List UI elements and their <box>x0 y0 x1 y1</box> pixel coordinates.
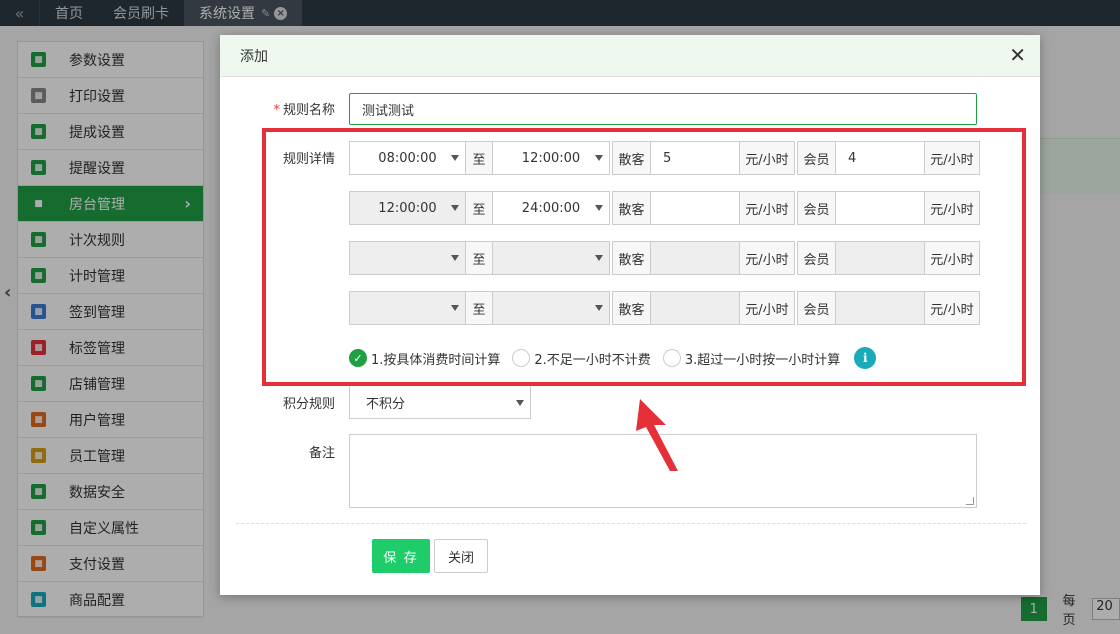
points-rule-label: 积分规则 <box>282 397 335 412</box>
highlight-box <box>262 128 1026 386</box>
add-rule-dialog: 添加 ✕ *规则名称 规则详情 08:00:00至12:00:00散客5元/小时… <box>220 35 1040 595</box>
dialog-header: 添加 ✕ <box>220 35 1040 77</box>
rule-name-label: * 规则名称 <box>273 103 335 118</box>
annotation-arrow-icon <box>636 399 678 471</box>
close-button[interactable]: 关闭 <box>434 539 488 573</box>
remark-label: 备注 <box>308 446 335 461</box>
save-button[interactable]: 保 存 <box>372 539 430 573</box>
points-rule-select[interactable]: 不积分 <box>349 385 531 419</box>
rule-name-input[interactable] <box>349 93 977 125</box>
dialog-divider <box>236 523 1026 524</box>
close-icon[interactable]: ✕ <box>1009 45 1026 65</box>
chevron-down-icon <box>516 400 524 406</box>
dialog-title: 添加 <box>240 48 268 65</box>
resize-grip-icon[interactable] <box>966 497 974 505</box>
